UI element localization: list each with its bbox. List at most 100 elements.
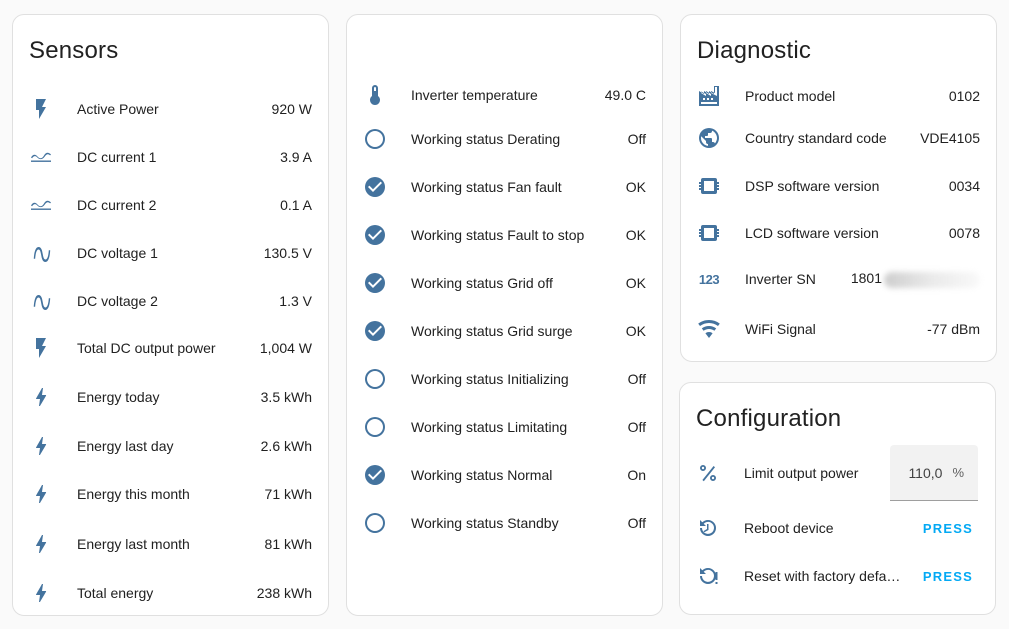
diagnostic-row-wifi-signal[interactable]: WiFi Signal -77 dBm (681, 309, 996, 349)
sensor-label: Energy last month (77, 536, 190, 552)
diagnostic-value: 0078 (948, 225, 980, 241)
status-row-standby[interactable]: Working status Standby Off (347, 503, 662, 543)
status-value: OK (625, 275, 646, 291)
check-circle-icon (363, 223, 387, 247)
sensors-card: Sensors Active Power 920 W DC current 1 … (12, 14, 329, 616)
diagnostic-row-country-standard-code[interactable]: Country standard code VDE4105 (681, 118, 996, 158)
sensor-row-energy-last-day[interactable]: Energy last day 2.6 kWh (13, 426, 328, 466)
lightning-icon (29, 532, 53, 556)
status-row-derating[interactable]: Working status Derating Off (347, 119, 662, 159)
diagnostic-value: 0034 (948, 178, 980, 194)
sensor-label: Energy this month (77, 486, 190, 502)
sensor-value: 238 kWh (256, 585, 312, 601)
sensor-value: 1,004 W (259, 340, 312, 356)
sine-wave-icon (29, 289, 53, 313)
config-row-limit-output-power: Limit output power 110,0 % (680, 445, 995, 501)
status-label: Working status Grid surge (411, 323, 573, 339)
status-row-grid-surge[interactable]: Working status Grid surge OK (347, 311, 662, 351)
sensor-label: DC current 1 (77, 149, 157, 165)
sensor-label: Total energy (77, 585, 154, 601)
diagnostic-label: DSP software version (745, 178, 880, 194)
config-label: Reboot device (744, 520, 834, 536)
diagnostic-card: Diagnostic Product model 0102 Country st… (680, 14, 997, 362)
diagnostic-row-inverter-sn[interactable]: 123 Inverter SN 1801 (681, 259, 996, 299)
sensor-label: Energy last day (77, 438, 174, 454)
current-dc-icon (29, 145, 53, 169)
status-row-limitating[interactable]: Working status Limitating Off (347, 407, 662, 447)
sensor-row-dc-voltage-1[interactable]: DC voltage 1 130.5 V (13, 233, 328, 273)
status-value: Off (627, 515, 646, 531)
diagnostic-row-lcd-software-version[interactable]: LCD software version 0078 (681, 213, 996, 253)
config-label: Reset with factory defa… (744, 568, 901, 584)
sensor-value: 1.3 V (279, 293, 312, 309)
status-row-inverter-temperature[interactable]: Inverter temperature 49.0 C (347, 75, 662, 115)
chip-icon (697, 174, 721, 198)
status-label: Working status Standby (411, 515, 559, 531)
status-label: Working status Fault to stop (411, 227, 585, 243)
status-row-fan-fault[interactable]: Working status Fan fault OK (347, 167, 662, 207)
status-row-grid-off[interactable]: Working status Grid off OK (347, 263, 662, 303)
inverter-sn-value: 1801 (851, 270, 980, 288)
factory-icon (697, 84, 721, 108)
sensor-row-total-dc-output-power[interactable]: Total DC output power 1,004 W (13, 328, 328, 368)
status-value: Off (627, 419, 646, 435)
diagnostic-row-dsp-software-version[interactable]: DSP software version 0034 (681, 166, 996, 206)
check-circle-icon (363, 463, 387, 487)
status-value: Off (627, 371, 646, 387)
circle-outline-icon (363, 367, 387, 391)
status-row-initializing[interactable]: Working status Initializing Off (347, 359, 662, 399)
limit-output-power-input[interactable]: 110,0 % (890, 445, 978, 501)
sensors-card-title: Sensors (29, 37, 119, 64)
status-value: On (627, 467, 646, 483)
diagnostic-row-product-model[interactable]: Product model 0102 (681, 76, 996, 116)
sensor-label: DC current 2 (77, 197, 157, 213)
status-label: Working status Initializing (411, 371, 569, 387)
circle-outline-icon (363, 511, 387, 535)
wifi-icon (697, 317, 721, 341)
sensor-label: DC voltage 1 (77, 245, 158, 261)
sensor-row-active-power[interactable]: Active Power 920 W (13, 89, 328, 129)
sensor-label: DC voltage 2 (77, 293, 158, 309)
check-circle-icon (363, 175, 387, 199)
status-value: OK (625, 227, 646, 243)
sensor-label: Total DC output power (77, 340, 216, 356)
sensor-row-energy-this-month[interactable]: Energy this month 71 kWh (13, 474, 328, 514)
diagnostic-value: 0102 (948, 88, 980, 104)
config-row-reboot-device: Reboot device PRESS (680, 508, 995, 548)
diagnostic-label: WiFi Signal (745, 321, 816, 337)
restart-alert-icon (696, 564, 720, 588)
config-row-reset-factory-defaults: Reset with factory defa… PRESS (680, 556, 995, 596)
numeric-icon: 123 (698, 271, 720, 287)
status-label: Working status Limitating (411, 419, 568, 435)
sensor-value: 2.6 kWh (260, 438, 312, 454)
diagnostic-label: Product model (745, 88, 836, 104)
limit-output-power-unit: % (952, 465, 964, 480)
lightning-icon (29, 434, 53, 458)
status-row-fault-to-stop[interactable]: Working status Fault to stop OK (347, 215, 662, 255)
reboot-press-button[interactable]: PRESS (919, 515, 977, 542)
flash-icon (29, 336, 53, 360)
check-circle-icon (363, 271, 387, 295)
sensor-row-total-energy[interactable]: Total energy 238 kWh (13, 573, 328, 613)
sensor-value: 920 W (271, 101, 312, 117)
limit-output-power-value[interactable]: 110,0 (908, 465, 942, 481)
status-value: Off (627, 131, 646, 147)
status-card: Inverter temperature 49.0 C Working stat… (346, 14, 663, 616)
sensor-row-energy-today[interactable]: Energy today 3.5 kWh (13, 377, 328, 417)
redaction-blur (884, 271, 980, 288)
reset-press-button[interactable]: PRESS (919, 563, 977, 590)
status-label: Working status Normal (411, 467, 553, 483)
sensor-row-dc-current-1[interactable]: DC current 1 3.9 A (13, 137, 328, 177)
flash-icon (29, 97, 53, 121)
configuration-card: Configuration Limit output power 110,0 %… (679, 382, 996, 615)
sensor-row-dc-current-2[interactable]: DC current 2 0.1 A (13, 185, 328, 225)
sensor-label: Active Power (77, 101, 159, 117)
sensor-label: Energy today (77, 389, 160, 405)
status-value: OK (625, 323, 646, 339)
diagnostic-label: LCD software version (745, 225, 879, 241)
sensor-row-energy-last-month[interactable]: Energy last month 81 kWh (13, 524, 328, 564)
status-row-normal[interactable]: Working status Normal On (347, 455, 662, 495)
diagnostic-label: Country standard code (745, 130, 887, 146)
diagnostic-card-title: Diagnostic (697, 37, 812, 64)
sensor-row-dc-voltage-2[interactable]: DC voltage 2 1.3 V (13, 281, 328, 321)
